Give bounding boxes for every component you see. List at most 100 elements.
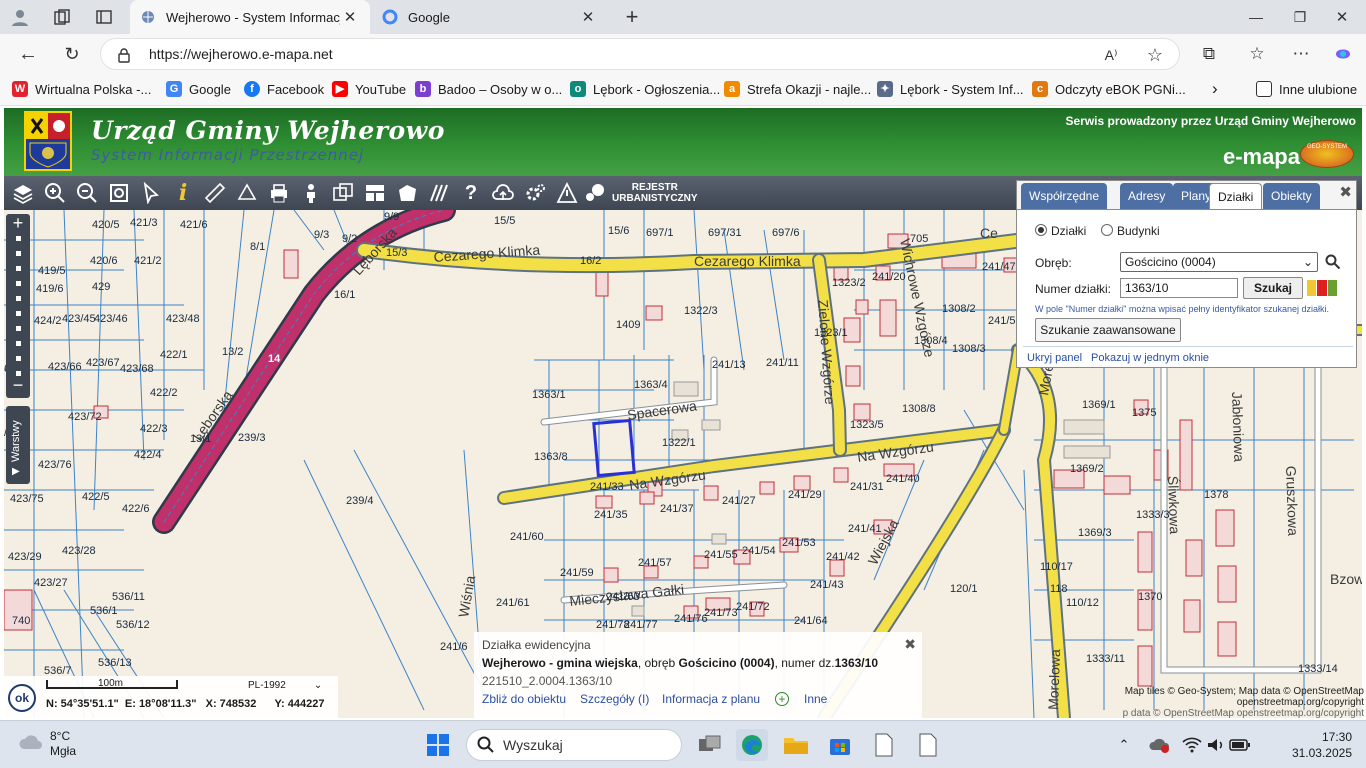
lock-icon[interactable] <box>115 46 133 64</box>
upload-cloud-icon[interactable] <box>490 180 516 206</box>
windows-start-icon[interactable] <box>422 729 454 761</box>
favorite-badoo[interactable]: b Badoo – Osoby w o... <box>415 81 562 97</box>
crs-select[interactable]: PL-1992 ⌄ <box>248 680 322 691</box>
new-tab-button[interactable]: + <box>620 4 644 30</box>
measure-distance-icon[interactable] <box>202 180 228 206</box>
other-link[interactable]: Inne <box>804 692 827 706</box>
read-aloud-icon[interactable]: A⁾ <box>1101 45 1121 65</box>
color-style-icon[interactable] <box>1307 280 1337 296</box>
favorite-google[interactable]: G Google <box>166 81 231 97</box>
close-tab-icon[interactable]: ✕ <box>340 8 360 26</box>
close-tab-icon[interactable]: ✕ <box>578 8 598 26</box>
favorite-ebok[interactable]: c Odczyty eBOK PGNi... <box>1032 81 1186 97</box>
tab-wejherowo[interactable]: Wejherowo - System Informacji Przestrzen… <box>130 0 370 34</box>
edge-browser-icon[interactable] <box>736 729 768 761</box>
zoom-to-object-link[interactable]: Zbliż do obiektu <box>482 692 566 706</box>
zoom-in-button[interactable]: + <box>6 214 30 232</box>
favorites-icon[interactable]: ☆ <box>1244 42 1270 66</box>
back-icon[interactable]: ← <box>14 42 42 66</box>
zoom-slider[interactable]: + − <box>6 214 30 398</box>
radio-checked-icon[interactable] <box>1035 224 1047 236</box>
selected-parcel-highlight[interactable] <box>592 418 636 478</box>
help-icon[interactable]: ? <box>458 180 484 206</box>
zoom-extent-icon[interactable] <box>106 180 132 206</box>
tab-dzialki[interactable]: Działki <box>1209 183 1263 209</box>
tab-google[interactable]: Google ✕ <box>372 0 608 34</box>
tab-adresy[interactable]: Adresy <box>1120 183 1174 209</box>
task-view-icon[interactable] <box>694 729 726 761</box>
advanced-search-button[interactable]: Szukanie zaawansowane <box>1035 318 1181 342</box>
single-window-link[interactable]: Pokazuj w jednym oknie <box>1091 352 1209 364</box>
favorite-youtube[interactable]: ▶ YouTube <box>332 81 406 97</box>
collections-icon[interactable] <box>50 6 74 28</box>
street-view-icon[interactable] <box>298 180 324 206</box>
plan-info-link[interactable]: Informacja z planu <box>662 692 760 706</box>
polygon-icon[interactable] <box>394 180 420 206</box>
file-explorer-icon[interactable] <box>780 729 812 761</box>
restore-button[interactable]: ❐ <box>1280 6 1320 28</box>
weather-widget[interactable]: 8°C Mgła <box>50 729 76 759</box>
minimize-button[interactable]: — <box>1236 6 1276 28</box>
warning-icon[interactable] <box>554 180 580 206</box>
tab-actions-icon[interactable] <box>92 6 116 28</box>
pointer-icon[interactable] <box>138 180 164 206</box>
favorites-more-button[interactable]: › <box>1212 79 1218 99</box>
reload-icon[interactable]: ↻ <box>58 42 86 66</box>
comment-icon[interactable] <box>582 180 608 206</box>
more-menu-icon[interactable]: ⋯ <box>1288 42 1314 66</box>
favorite-lebork-system[interactable]: ✦ Lębork - System Inf... <box>877 81 1024 97</box>
info-icon[interactable]: i <box>170 180 196 206</box>
tray-chevron-icon[interactable]: ⌃ <box>1112 729 1136 761</box>
document-icon[interactable] <box>912 729 944 761</box>
onedrive-error-icon[interactable] <box>1148 729 1172 761</box>
close-panel-icon[interactable]: ✖ <box>1339 183 1352 201</box>
radio-budynki[interactable]: Budynki <box>1101 224 1160 238</box>
favorite-wp[interactable]: W Wirtualna Polska -... <box>12 81 151 97</box>
settings-gear-icon[interactable] <box>522 180 548 206</box>
zoom-out-button[interactable]: − <box>6 376 30 394</box>
zoom-out-icon[interactable] <box>74 180 100 206</box>
wifi-icon[interactable] <box>1180 729 1204 761</box>
zoom-levels[interactable] <box>15 236 21 376</box>
tab-wspolrzedne[interactable]: Współrzędne <box>1021 183 1108 209</box>
rejestr-urbanistyczny-button[interactable]: REJESTR URBANISTYCZNY <box>612 182 698 204</box>
hatch-icon[interactable] <box>426 180 452 206</box>
volume-icon[interactable] <box>1204 729 1228 761</box>
parcel-info-popup: Działka ewidencyjna Wejherowo - gmina wi… <box>474 632 922 718</box>
numer-dzialki-input[interactable]: 1363/10 <box>1120 278 1238 298</box>
obreb-select[interactable]: Gościcino (0004) ⌄ <box>1120 252 1318 272</box>
profile-icon[interactable] <box>8 6 32 28</box>
ok-button[interactable]: ok <box>8 684 36 712</box>
other-favorites[interactable]: Inne ulubione <box>1256 81 1357 97</box>
clock[interactable]: 17:30 31.03.2025 <box>1292 729 1352 761</box>
favorite-star-icon[interactable]: ☆ <box>1145 45 1165 65</box>
radio-dzialki[interactable]: Działki <box>1035 224 1086 238</box>
document-icon[interactable] <box>868 729 900 761</box>
search-icon[interactable] <box>1325 254 1341 273</box>
overview-icon[interactable] <box>330 180 356 206</box>
layers-icon[interactable] <box>10 180 36 206</box>
favorite-lebork-ogloszenia[interactable]: o Lębork - Ogłoszenia... <box>570 81 720 97</box>
extensions-icon[interactable]: ⧉ <box>1196 42 1222 66</box>
details-link[interactable]: Szczegóły (I) <box>580 692 649 706</box>
layers-panel-toggle[interactable]: Warstwy ▶ <box>6 406 30 484</box>
taskbar-search[interactable]: Wyszukaj <box>466 729 682 761</box>
google-icon: G <box>166 81 182 97</box>
print-icon[interactable] <box>266 180 292 206</box>
szukaj-button[interactable]: Szukaj <box>1243 277 1303 299</box>
layout-icon[interactable] <box>362 180 388 206</box>
favorite-strefa-okazji[interactable]: a Strefa Okazji - najle... <box>724 81 871 97</box>
measure-area-icon[interactable] <box>234 180 260 206</box>
tab-obiekty[interactable]: Obiekty <box>1263 183 1320 209</box>
hide-panel-link[interactable]: Ukryj panel <box>1027 352 1082 364</box>
zoom-in-icon[interactable] <box>42 180 68 206</box>
close-window-button[interactable]: ✕ <box>1322 6 1362 28</box>
favorite-facebook[interactable]: f Facebook <box>244 81 324 97</box>
add-circle-icon[interactable]: + <box>775 692 789 706</box>
copilot-icon[interactable] <box>1330 42 1356 66</box>
url-bar[interactable]: https://wejherowo.e-mapa.net A⁾ ☆ <box>100 38 1180 70</box>
battery-icon[interactable] <box>1228 729 1252 761</box>
close-popup-icon[interactable]: ✖ <box>904 636 916 653</box>
store-icon[interactable] <box>824 729 856 761</box>
radio-unchecked-icon[interactable] <box>1101 224 1113 236</box>
